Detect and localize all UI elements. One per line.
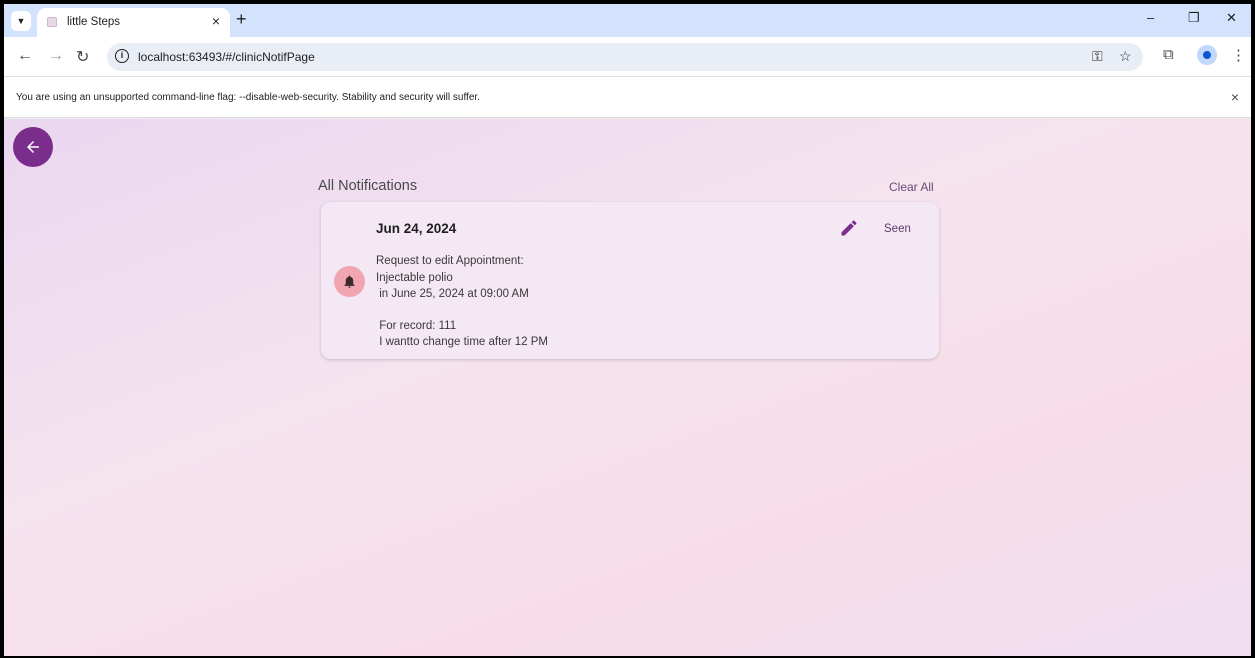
- extensions-icon[interactable]: ⧉: [1163, 46, 1174, 63]
- clear-all-button[interactable]: Clear All: [889, 180, 934, 194]
- tab-strip: ▼ little Steps × + – ❐ ✕: [4, 4, 1251, 37]
- address-bar[interactable]: i localhost:63493/#/clinicNotifPage ⚿ ☆: [107, 43, 1143, 71]
- profile-icon[interactable]: [1197, 45, 1217, 65]
- bell-icon: [334, 266, 365, 297]
- notification-line: I wantto change time after 12 PM: [376, 336, 548, 348]
- infobar-close-icon[interactable]: ×: [1231, 89, 1239, 105]
- back-icon[interactable]: ←: [17, 47, 33, 65]
- info-icon[interactable]: i: [115, 49, 129, 63]
- warning-infobar: You are using an unsupported command-lin…: [4, 78, 1251, 118]
- infobar-message: You are using an unsupported command-lin…: [16, 92, 480, 103]
- pencil-icon[interactable]: [839, 218, 859, 238]
- tab-close-icon[interactable]: ×: [212, 13, 220, 29]
- menu-dots-icon[interactable]: ⋮: [1231, 46, 1246, 64]
- browser-toolbar: ← → ↻ i localhost:63493/#/clinicNotifPag…: [4, 37, 1251, 77]
- page-title: All Notifications: [318, 178, 418, 194]
- notification-date: Jun 24, 2024: [376, 221, 457, 236]
- window-close-icon[interactable]: ✕: [1226, 10, 1237, 26]
- new-tab-button[interactable]: +: [236, 9, 247, 30]
- notification-line: Request to edit Appointment:: [376, 255, 524, 267]
- back-button[interactable]: [13, 127, 53, 167]
- notification-body: Request to edit Appointment: Injectable …: [376, 253, 548, 351]
- tab-search-icon[interactable]: ▼: [11, 11, 31, 31]
- seen-button[interactable]: Seen: [884, 223, 911, 235]
- reload-icon[interactable]: ↻: [76, 47, 89, 67]
- bookmark-star-icon[interactable]: ☆: [1119, 48, 1132, 65]
- password-key-icon[interactable]: ⚿: [1092, 48, 1103, 65]
- browser-window: ▼ little Steps × + – ❐ ✕ ← → ↻ i localho…: [4, 4, 1251, 656]
- page-content: All Notifications Clear All Jun 24, 2024…: [4, 119, 1251, 656]
- url-text[interactable]: localhost:63493/#/clinicNotifPage: [138, 50, 315, 64]
- restore-icon[interactable]: ❐: [1188, 10, 1200, 26]
- tab-little-steps[interactable]: little Steps ×: [37, 8, 230, 37]
- arrow-left-icon: [27, 141, 39, 153]
- forward-icon[interactable]: →: [48, 47, 64, 65]
- tab-title: little Steps: [67, 16, 121, 28]
- minimize-icon[interactable]: –: [1147, 10, 1154, 25]
- notification-line: For record: 111: [376, 319, 457, 332]
- notification-card: Jun 24, 2024 Seen Request to edit Appoin…: [321, 202, 939, 359]
- notification-line: Injectable polio: [376, 271, 453, 284]
- notification-line: in June 25, 2024 at 09:00 AM: [376, 288, 529, 300]
- favicon-icon: [47, 17, 57, 27]
